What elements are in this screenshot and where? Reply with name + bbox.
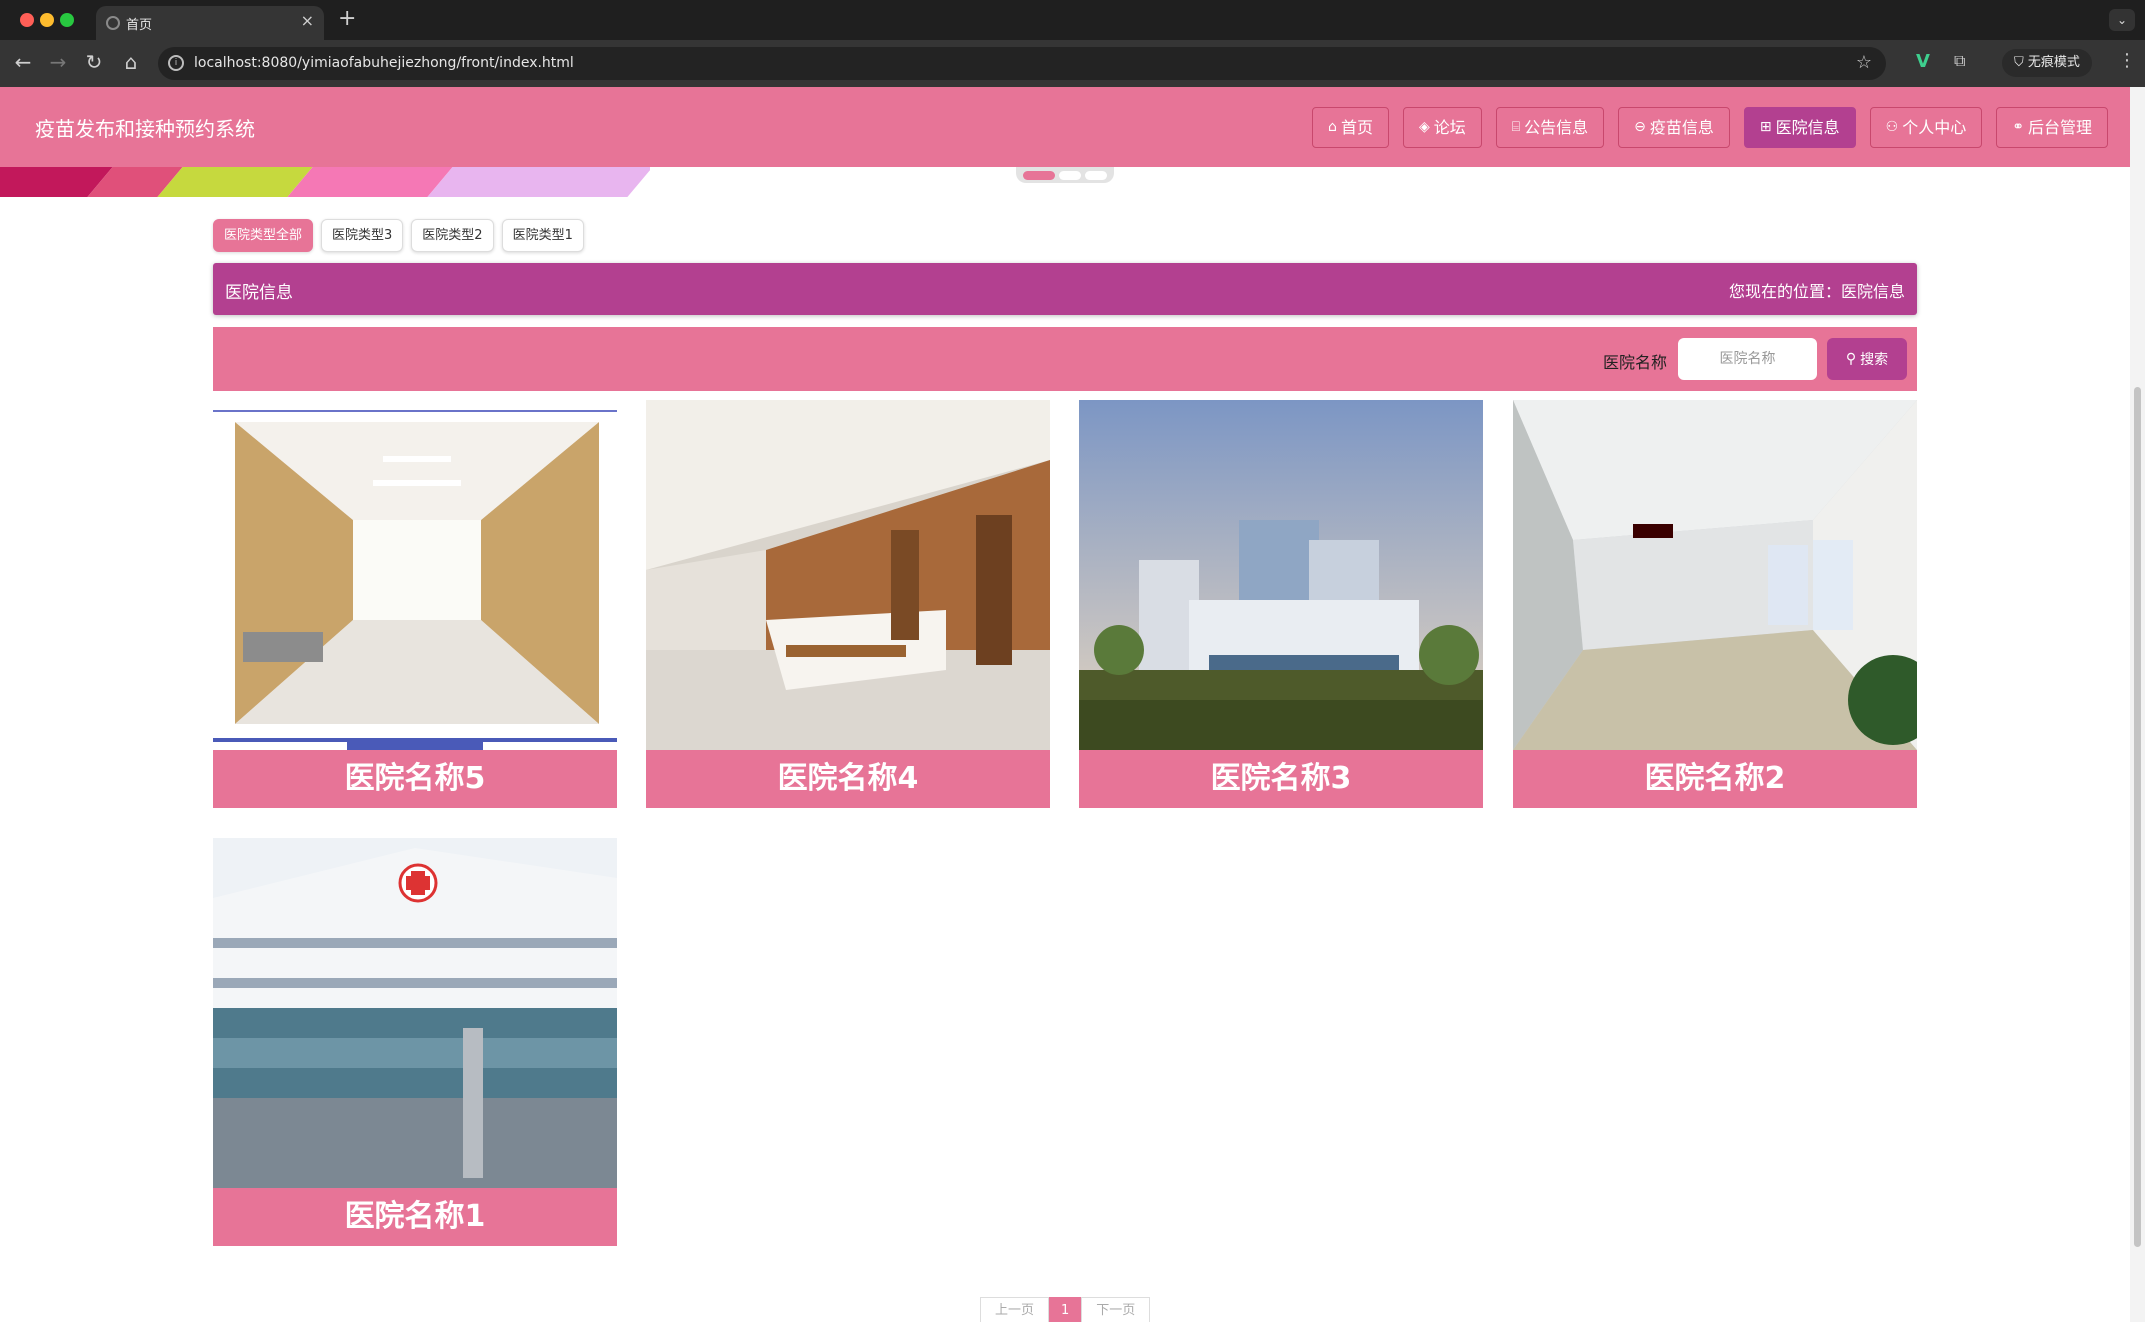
main-nav: ⌂ 首页 ◈ 论坛 ⌸ 公告信息 ⊖ 疫苗信息 ⊞ 医院信息 ⚇ 个人中心 ⚭ 后台管理 <box>1312 107 2108 148</box>
hospital-name[interactable]: 医院名称5 <box>213 750 617 808</box>
carousel-dot[interactable] <box>1085 170 1107 180</box>
hospital-card[interactable]: 医院名称3 <box>1079 400 1483 808</box>
browser-tab[interactable]: 首页 × <box>96 6 324 40</box>
nav-label: 个人中心 <box>1902 118 1967 137</box>
nav-label: 疫苗信息 <box>1649 118 1714 137</box>
more-menu-icon[interactable]: ⋮ <box>2118 50 2136 71</box>
type-tab-2[interactable]: 医院类型2 <box>411 219 494 252</box>
type-tab-1[interactable]: 医院类型1 <box>501 219 584 252</box>
search-bar: 医院名称 ⚲搜索 <box>213 327 1917 391</box>
pagination: 上一页 1 下一页 <box>980 1297 1151 1322</box>
url-text[interactable]: localhost:8080/yimiaofabuhejiezhong/fron… <box>194 55 574 71</box>
hospital-card[interactable]: 医院名称4 <box>646 400 1050 808</box>
new-tab-icon[interactable]: + <box>338 6 356 31</box>
chevron-down-icon[interactable]: ⌄ <box>2109 9 2135 31</box>
notice-icon: ⌸ <box>1511 119 1521 135</box>
info-icon[interactable]: i <box>168 55 184 71</box>
section-title-bar: 医院信息 您现在的位置：医院信息 <box>213 263 1917 315</box>
incognito-label: 无痕模式 <box>2027 55 2080 70</box>
search-button-label: 搜索 <box>1860 352 1889 368</box>
hospital-card[interactable]: 医院名称1 <box>213 838 617 1246</box>
breadcrumb: 您现在的位置：医院信息 <box>1728 282 1905 301</box>
search-input[interactable] <box>1678 338 1817 380</box>
nav-notice[interactable]: ⌸ 公告信息 <box>1495 107 1605 148</box>
nav-hospital[interactable]: ⊞ 医院信息 <box>1743 107 1856 148</box>
hospital-name[interactable]: 医院名称3 <box>1079 750 1483 808</box>
nav-label: 首页 <box>1340 118 1373 137</box>
nav-admin[interactable]: ⚭ 后台管理 <box>1996 107 2108 148</box>
home-icon: ⌂ <box>1328 119 1337 135</box>
page-scrollbar[interactable] <box>2130 87 2145 1322</box>
minimize-window-button[interactable] <box>40 13 54 27</box>
address-bar[interactable]: i localhost:8080/yimiaofabuhejiezhong/fr… <box>158 47 1886 80</box>
puzzle-icon[interactable]: ⧉ <box>1954 51 1965 71</box>
forum-icon: ◈ <box>1418 119 1430 135</box>
nav-forum[interactable]: ◈ 论坛 <box>1402 107 1482 148</box>
site-header: 疫苗发布和接种预约系统 ⌂ 首页 ◈ 论坛 ⌸ 公告信息 ⊖ 疫苗信息 ⊞ 医院信息 ⚇ 个… <box>0 87 2130 167</box>
incognito-badge[interactable]: ⛉ 无痕模式 <box>2002 49 2092 77</box>
nav-label: 论坛 <box>1433 118 1466 137</box>
user-icon: ⚇ <box>1885 119 1899 135</box>
back-icon[interactable]: ← <box>10 50 36 74</box>
search-button[interactable]: ⚲ 搜索 <box>1827 338 1907 380</box>
maximize-window-button[interactable] <box>60 13 74 27</box>
hospital-name[interactable]: 医院名称2 <box>1513 750 1917 808</box>
banner-carousel <box>0 167 650 197</box>
tab-title: 首页 <box>126 18 153 33</box>
hospital-image[interactable] <box>213 400 617 750</box>
nav-user-center[interactable]: ⚇ 个人中心 <box>1869 107 1983 148</box>
hospital-name[interactable]: 医院名称4 <box>646 750 1050 808</box>
carousel-dot[interactable] <box>1059 170 1081 180</box>
incognito-icon: ⛉ <box>2014 55 2028 70</box>
hospital-card[interactable]: 医院名称5 <box>213 400 617 808</box>
browser-tab-bar: 首页 × + ⌄ <box>0 0 2145 40</box>
nav-home[interactable]: ⌂ 首页 <box>1312 107 1389 148</box>
prev-page-button[interactable]: 上一页 <box>980 1297 1050 1322</box>
close-window-button[interactable] <box>20 13 34 27</box>
next-page-button[interactable]: 下一页 <box>1081 1297 1151 1322</box>
star-icon[interactable]: ☆ <box>1856 52 1872 73</box>
search-label: 医院名称 <box>1602 353 1667 372</box>
nav-label: 后台管理 <box>2027 118 2092 137</box>
type-tab-3[interactable]: 医院类型3 <box>321 219 404 252</box>
reload-icon[interactable]: ↻ <box>81 50 107 74</box>
nav-vaccine[interactable]: ⊖ 疫苗信息 <box>1618 107 1730 148</box>
nav-label: 医院信息 <box>1775 118 1840 137</box>
hospital-icon: ⊞ <box>1759 119 1772 135</box>
link-icon: ⚭ <box>2012 119 2024 135</box>
scrollbar-thumb[interactable] <box>2134 387 2141 1247</box>
home-browser-icon[interactable]: ⌂ <box>118 50 144 74</box>
hospital-type-filter: 医院类型全部 医院类型3 医院类型2 医院类型1 <box>213 219 584 252</box>
hospital-image[interactable] <box>646 400 1050 750</box>
extension-v-icon[interactable]: V <box>1916 51 1930 72</box>
close-icon[interactable]: × <box>301 11 314 30</box>
section-title: 医院信息 <box>225 283 293 303</box>
search-icon: ⚲ <box>1845 351 1857 367</box>
hospital-name[interactable]: 医院名称1 <box>213 1188 617 1246</box>
web-page: 疫苗发布和接种预约系统 ⌂ 首页 ◈ 论坛 ⌸ 公告信息 ⊖ 疫苗信息 ⊞ 医院信息 ⚇ 个… <box>0 87 2130 1322</box>
hospital-image[interactable] <box>1513 400 1917 750</box>
page-number[interactable]: 1 <box>1049 1297 1082 1322</box>
hospital-card[interactable]: 医院名称2 <box>1513 400 1917 808</box>
type-tab-all[interactable]: 医院类型全部 <box>213 219 314 252</box>
browser-toolbar: ← → ↻ ⌂ i localhost:8080/yimiaofabuhejie… <box>0 40 2145 87</box>
globe-icon <box>106 16 120 30</box>
hospital-image[interactable] <box>1079 400 1483 750</box>
site-title: 疫苗发布和接种预约系统 <box>35 117 255 141</box>
vaccine-icon: ⊖ <box>1634 119 1646 135</box>
carousel-dot[interactable] <box>1023 170 1055 180</box>
nav-label: 公告信息 <box>1524 118 1589 137</box>
carousel-indicators <box>1016 167 1114 183</box>
hospital-image[interactable] <box>213 838 617 1188</box>
forward-icon[interactable]: → <box>45 50 71 74</box>
